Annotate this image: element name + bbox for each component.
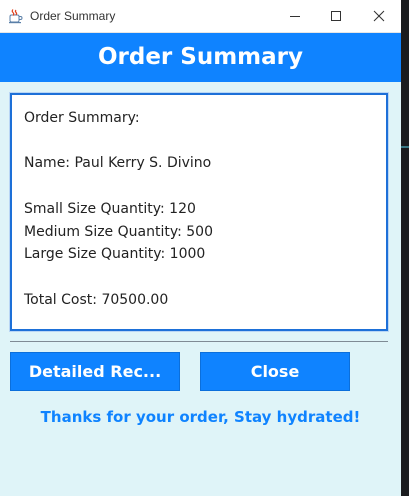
order-summary-window: Order Summary Order Summary Order Summar…	[0, 0, 401, 496]
close-button[interactable]: Close	[200, 352, 350, 391]
maximize-icon	[331, 11, 341, 21]
minimize-button[interactable]	[272, 0, 318, 32]
background-accent-line	[401, 146, 409, 148]
window-close-button[interactable]	[356, 0, 402, 32]
divider	[10, 341, 388, 342]
background-edge	[401, 0, 409, 496]
thanks-message: Thanks for your order, Stay hydrated!	[40, 408, 361, 426]
title-bar[interactable]: Order Summary	[0, 0, 401, 33]
maximize-button[interactable]	[313, 0, 359, 32]
detailed-receipt-button[interactable]: Detailed Rec...	[10, 352, 180, 391]
close-icon	[373, 10, 385, 22]
header-title: Order Summary	[0, 33, 401, 82]
window-title: Order Summary	[30, 9, 116, 23]
minimize-icon	[290, 16, 300, 17]
summary-text: Order Summary: Name: Paul Kerry S. Divin…	[24, 110, 213, 308]
summary-text-area[interactable]: Order Summary: Name: Paul Kerry S. Divin…	[10, 93, 388, 331]
java-cup-icon	[9, 9, 23, 24]
